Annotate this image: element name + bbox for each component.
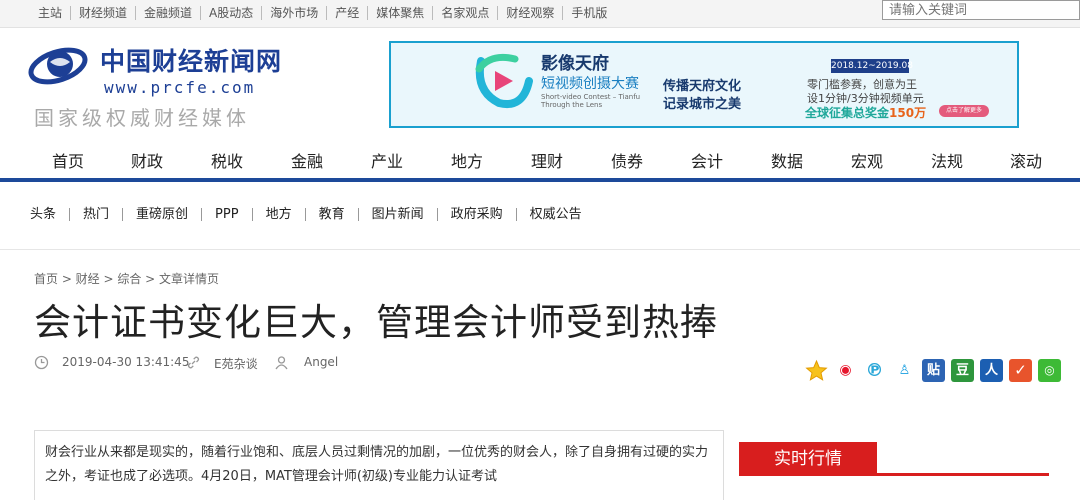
wechat-icon[interactable]: ◎ (1038, 359, 1061, 382)
share-bar: ◉ ℗ ♙ 贴 豆 人 ✓ ◎ (805, 359, 1065, 385)
main-nav-law[interactable]: 法规 (931, 148, 963, 172)
favorite-icon[interactable] (805, 359, 828, 382)
main-nav-rolling[interactable]: 滚动 (1010, 148, 1042, 172)
sub-nav: 头条 热门 重磅原创 PPP 地方 教育 图片新闻 政府采购 权威公告 (30, 208, 595, 221)
main-nav: 首页 财政 税收 金融 产业 地方 理财 债券 会计 数据 宏观 法规 滚动 (0, 148, 1080, 176)
banner-date: 2018.12~2019.08 (831, 59, 913, 73)
douban-icon[interactable]: 豆 (951, 359, 974, 382)
user-icon (275, 356, 288, 370)
banner-en-text: Short-video Contest – Tianfu Through the… (541, 93, 640, 109)
top-bar: 主站 财经频道 金融频道 A股动态 海外市场 产经 媒体聚焦 名家观点 财经观察… (0, 0, 1080, 28)
banner-title: 影像天府 (541, 54, 609, 74)
realtime-panel: 实时行情 (739, 442, 1049, 476)
logo-name: 中国财经新闻网 (100, 47, 283, 76)
article-title: 会计证书变化巨大，管理会计师受到热捧 (34, 301, 718, 344)
top-link-overseas[interactable]: 海外市场 (261, 6, 326, 20)
main-nav-bonds[interactable]: 债券 (611, 148, 643, 172)
play-logo-icon (475, 53, 533, 108)
search-input[interactable] (882, 0, 1080, 20)
sub-nav-procurement[interactable]: 政府采购 (436, 208, 516, 221)
top-link-mobile[interactable]: 手机版 (562, 6, 615, 20)
banner-line2: 记录城市之美 (663, 97, 742, 112)
main-nav-data[interactable]: 数据 (771, 148, 803, 172)
site-logo[interactable]: 中国财经新闻网 www.prcfe.com 国家级权威财经媒体 (28, 38, 298, 130)
top-link-finance[interactable]: 财经频道 (70, 6, 135, 20)
article-paragraph: 财会行业从来都是现实的，随着行业饱和、底层人员过剩情况的加剧，一位优秀的财会人，… (45, 445, 709, 484)
breadcrumb[interactable]: 首页 > 财经 > 综合 > 文章详情页 (34, 270, 219, 287)
sub-nav-headline[interactable]: 头条 (30, 208, 69, 221)
main-nav-fiscal[interactable]: 财政 (131, 148, 163, 172)
sub-nav-local[interactable]: 地方 (251, 208, 305, 221)
globe-logo-icon (28, 47, 88, 85)
sub-nav-hot[interactable]: 热门 (69, 208, 122, 221)
banner-en-line2: Through the Lens (541, 101, 603, 109)
top-link-opinion[interactable]: 名家观点 (432, 6, 497, 20)
sub-nav-announcements[interactable]: 权威公告 (515, 208, 595, 221)
logo-slogan: 国家级权威财经媒体 (34, 106, 250, 130)
main-nav-industry[interactable]: 产业 (371, 148, 403, 172)
link-icon (187, 356, 200, 369)
main-nav-home[interactable]: 首页 (52, 148, 84, 172)
tencent-weibo-icon[interactable]: ℗ (863, 359, 886, 382)
article-author: Angel (304, 355, 339, 369)
kaixin-icon[interactable]: ✓ (1009, 359, 1032, 382)
banner-prize: 全球征集总奖金150万 (805, 104, 926, 121)
article-source[interactable]: E苑杂谈 (214, 355, 258, 372)
banner-en-line1: Short-video Contest – Tianfu (541, 93, 641, 101)
banner-more-button[interactable]: 点击了解更多 (939, 105, 989, 117)
qq-icon[interactable]: ♙ (893, 359, 916, 382)
renren-icon[interactable]: 人 (980, 359, 1003, 382)
banner-prize-label: 全球征集总奖金 (805, 106, 890, 120)
clock-icon (34, 355, 49, 370)
tab-realtime-quotes[interactable]: 实时行情 (739, 442, 877, 476)
top-link-main[interactable]: 主站 (38, 6, 70, 20)
main-nav-local[interactable]: 地方 (451, 148, 483, 172)
weibo-icon[interactable]: ◉ (834, 359, 857, 382)
main-nav-tax[interactable]: 税收 (211, 148, 243, 172)
top-link-media[interactable]: 媒体聚焦 (367, 6, 432, 20)
main-nav-finance[interactable]: 金融 (291, 148, 323, 172)
banner-line1: 传播天府文化 (663, 79, 742, 94)
article-datetime: 2019-04-30 13:41:45 (62, 355, 190, 369)
sub-nav-photo-news[interactable]: 图片新闻 (357, 208, 437, 221)
top-link-observe[interactable]: 财经观察 (497, 6, 562, 20)
tieba-icon[interactable]: 贴 (922, 359, 945, 382)
top-link-banking[interactable]: 金融频道 (135, 6, 200, 20)
sub-nav-ppp[interactable]: PPP (201, 208, 252, 221)
banner-prize-amount: 150万 (889, 106, 927, 120)
ad-banner[interactable]: 影像天府 短视频创摄大赛 Short-video Contest – Tianf… (389, 41, 1019, 128)
sub-nav-education[interactable]: 教育 (304, 208, 358, 221)
main-nav-accounting[interactable]: 会计 (691, 148, 723, 172)
main-nav-wealth[interactable]: 理财 (531, 148, 563, 172)
sub-nav-bar: 头条 热门 重磅原创 PPP 地方 教育 图片新闻 政府采购 权威公告 (0, 182, 1080, 250)
top-links: 主站 财经频道 金融频道 A股动态 海外市场 产经 媒体聚焦 名家观点 财经观察… (38, 6, 615, 20)
article-body: 财会行业从来都是现实的，随着行业饱和、底层人员过剩情况的加剧，一位优秀的财会人，… (34, 430, 724, 500)
sub-nav-original[interactable]: 重磅原创 (122, 208, 201, 221)
banner-subtitle: 短视频创摄大赛 (541, 76, 639, 92)
main-nav-macro[interactable]: 宏观 (851, 148, 883, 172)
top-link-a-shares[interactable]: A股动态 (200, 6, 261, 20)
top-link-industry[interactable]: 产经 (326, 6, 367, 20)
logo-url: www.prcfe.com (104, 78, 256, 97)
